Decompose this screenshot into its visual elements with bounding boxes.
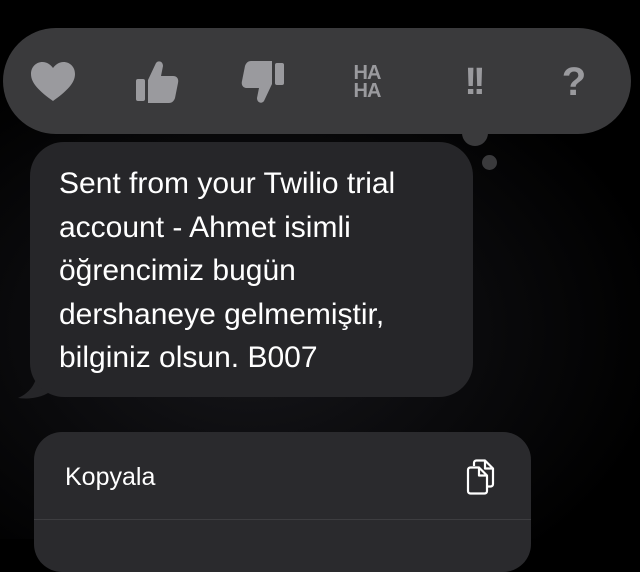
context-menu: Kopyala [34,432,531,572]
question-icon[interactable]: ? [549,57,599,107]
menu-divider [34,519,531,520]
tapback-bar [3,28,631,134]
heart-icon[interactable] [28,57,78,107]
question-glyph: ? [561,59,587,104]
tapback-bar-tail-large [462,120,488,146]
exclamation-icon[interactable]: !! [448,57,498,107]
message-text: Sent from your Twilio trial account - Ah… [59,167,396,374]
copy-label: Kopyala [65,463,156,491]
thumbs-up-icon[interactable] [132,57,182,107]
thumbs-down-icon[interactable] [238,57,288,107]
tapback-bar-tail-small [482,155,497,170]
copy-icon [466,459,495,495]
exclamation-glyph: !! [464,60,485,103]
haha-icon[interactable]: HA HA [342,57,392,107]
copy-menu-item[interactable]: Kopyala [34,432,531,520]
haha-line-2: HA [353,80,382,102]
